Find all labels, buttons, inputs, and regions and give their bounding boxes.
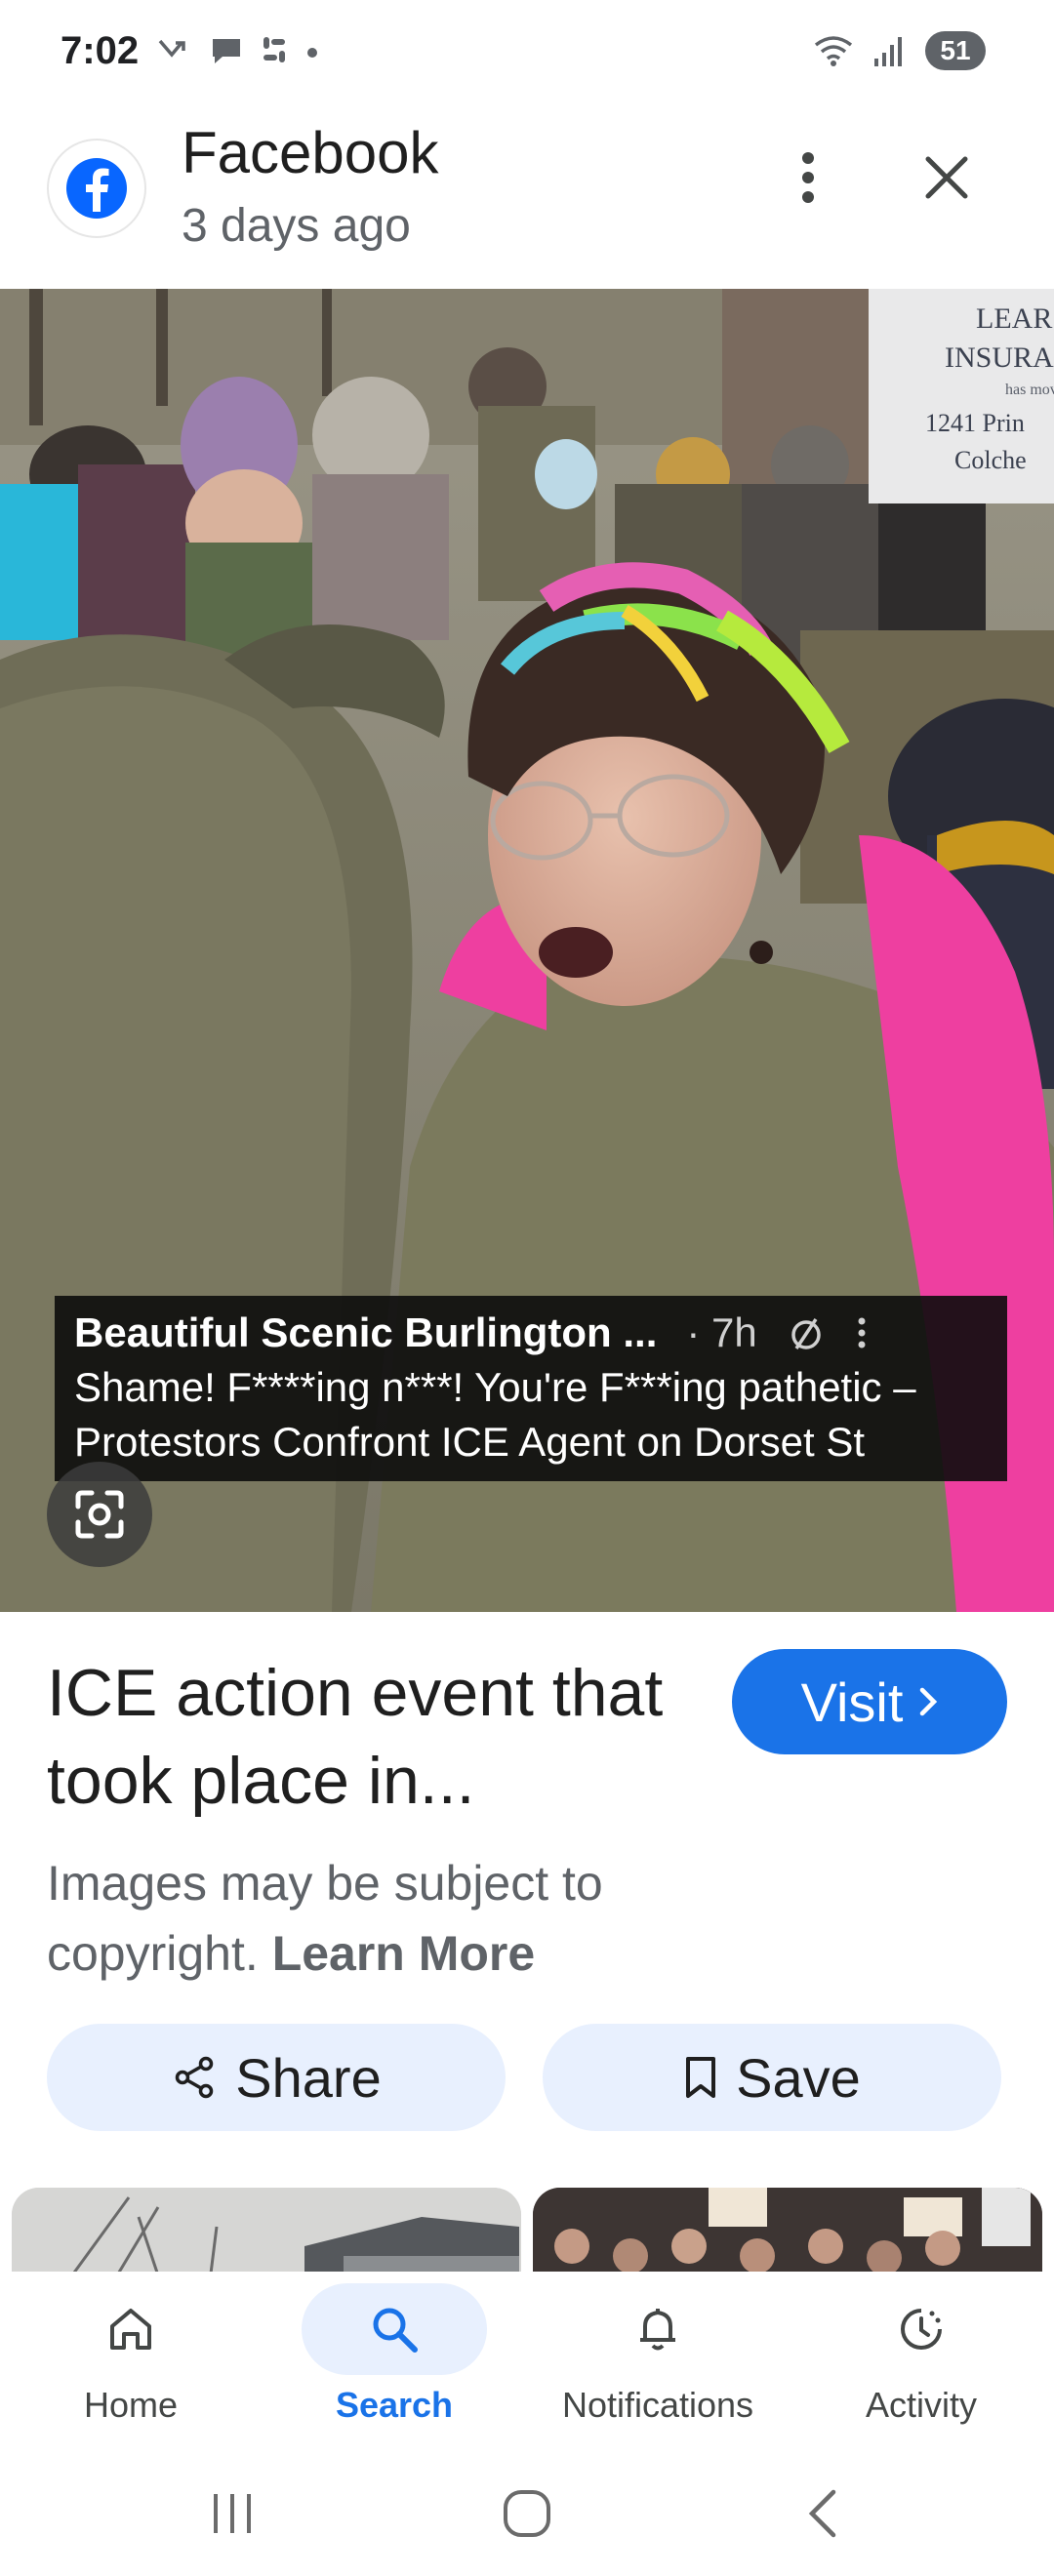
nav-home[interactable]: Home [23, 2283, 238, 2439]
bottom-navigation: Home Search Notifications Activity [0, 2272, 1054, 2445]
nav-search[interactable]: Search [287, 2283, 502, 2439]
home-circle-icon [504, 2490, 550, 2537]
lens-search-button[interactable] [47, 1462, 152, 1567]
sign-line-4: 1241 Prin [925, 409, 1025, 437]
missed-call-icon [158, 39, 185, 58]
sign-line-2: INSURA [945, 342, 1054, 374]
system-navigation-bar [0, 2445, 1054, 2576]
activity-icon [901, 2309, 942, 2350]
related-image-1-photo [12, 2188, 521, 2272]
source-header: Facebook 3 days ago [0, 109, 1054, 289]
caption-source: Beautiful Scenic Burlington ... [74, 1309, 658, 1355]
result-info: ICE action event that took place in... V… [0, 1612, 1054, 1992]
caption-more-icon [858, 1317, 866, 1348]
slash-circle-icon [791, 1318, 821, 1349]
close-icon [925, 156, 968, 199]
image-caption-overlay: Beautiful Scenic Burlington ... · 7h Sha… [55, 1296, 1007, 1481]
visit-label: Visit [800, 1670, 904, 1733]
facebook-logo [47, 139, 146, 238]
nav-search-icon-wrap [302, 2283, 487, 2375]
nav-home-icon-wrap [38, 2283, 223, 2375]
caption-text-line-3: Protestors Confront ICE Agent on Dorset … [74, 1419, 866, 1465]
caption-meta: · 7h [686, 1309, 757, 1355]
nav-notifications-label: Notifications [561, 2385, 754, 2425]
learn-more-link[interactable]: Learn More [272, 1926, 536, 1981]
nav-search-label: Search [335, 2385, 454, 2425]
visit-button[interactable]: Visit [732, 1649, 1007, 1754]
recents-icon [214, 2494, 251, 2533]
related-images [0, 2188, 1054, 2272]
nav-home-label: Home [83, 2385, 179, 2425]
system-status-icons: 51 [812, 31, 986, 70]
chat-bubble-icon [213, 39, 240, 63]
notification-icons [156, 33, 320, 66]
image-viewer-screen: 7:02 51 Facebook 3 days ago LEAR INSURA … [0, 0, 1054, 2576]
source-title: Facebook [182, 120, 439, 185]
sign-line-3: has mov [1005, 382, 1054, 398]
status-time: 7:02 [61, 29, 140, 72]
posted-time: 3 days ago [182, 200, 411, 252]
related-image-2-photo [533, 2188, 1042, 2272]
home-system-button[interactable] [478, 2475, 576, 2553]
chevron-right-icon [920, 1687, 938, 1716]
nav-notifications-icon-wrap [565, 2283, 750, 2375]
more-options-button[interactable] [781, 139, 835, 217]
signal-icon [874, 37, 902, 66]
save-button[interactable]: Save [543, 2024, 1001, 2131]
caption-source-line: Beautiful Scenic Burlington ... · 7h [74, 1309, 988, 1356]
back-button[interactable] [773, 2475, 871, 2553]
wifi-icon [814, 36, 853, 66]
sign-line-5: Colche [954, 446, 1027, 474]
save-label: Save [736, 2046, 861, 2109]
caption-text-line-2: Shame! F****ing n***! You're F***ing pat… [74, 1364, 916, 1410]
share-icon [176, 2056, 214, 2099]
bookmark-icon [686, 2057, 716, 2098]
back-icon [808, 2489, 836, 2538]
battery-indicator: 51 [925, 31, 986, 70]
related-image-1[interactable] [12, 2188, 521, 2272]
slack-icon [264, 37, 285, 62]
more-vert-icon [802, 152, 814, 203]
result-image[interactable]: LEAR INSURA has mov 1241 Prin Colche Bea… [0, 289, 1054, 1612]
recents-button[interactable] [183, 2475, 281, 2553]
share-label: Share [235, 2046, 382, 2109]
nav-activity-icon-wrap [829, 2283, 1014, 2375]
nav-activity-label: Activity [865, 2385, 977, 2425]
status-bar: 7:02 51 [0, 0, 1054, 109]
lens-icon [75, 1490, 124, 1539]
search-icon [373, 2308, 418, 2353]
close-button[interactable] [912, 139, 981, 217]
bell-icon [640, 2309, 675, 2351]
result-title[interactable]: ICE action event that took place in... [47, 1649, 691, 1825]
facebook-icon [66, 158, 127, 219]
home-icon [110, 2309, 151, 2350]
nav-activity[interactable]: Activity [814, 2283, 1029, 2439]
related-image-2[interactable] [533, 2188, 1042, 2272]
nav-notifications[interactable]: Notifications [550, 2283, 765, 2439]
share-button[interactable]: Share [47, 2024, 506, 2131]
dot-icon [307, 48, 317, 58]
copyright-notice: Images may be subject to copyright. Lear… [47, 1848, 750, 1989]
sign-line-1: LEAR [976, 302, 1052, 335]
